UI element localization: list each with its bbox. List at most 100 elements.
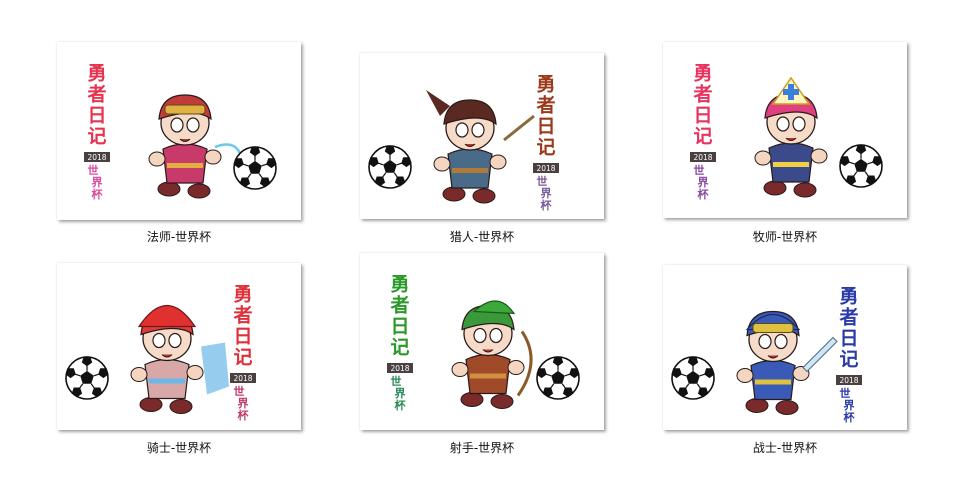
logo-subtitle-char: 世 — [391, 374, 402, 388]
logo-title-char: 日 — [536, 116, 555, 138]
caption-knight[interactable]: 骑士-世界杯 — [57, 439, 301, 456]
left-hand — [433, 156, 451, 172]
soccer-ball — [233, 146, 277, 190]
right-eye — [774, 333, 788, 350]
year-text: 2018 — [233, 374, 252, 383]
left-eye — [152, 332, 166, 349]
logo-title-char: 日 — [693, 105, 712, 127]
year-text: 2018 — [87, 153, 106, 162]
logo-subtitle-char: 杯 — [92, 187, 104, 201]
sword — [802, 336, 838, 373]
soccer-ball — [65, 356, 109, 400]
right-eye — [168, 332, 182, 349]
right-eye — [186, 117, 200, 133]
right-eye — [489, 327, 503, 344]
logo-title-char: 者 — [693, 84, 712, 106]
left-hand — [148, 151, 166, 167]
logo-subtitle-char: 世 — [694, 163, 705, 177]
thumbnail-artwork: 勇者日记2018世界杯 — [368, 74, 559, 212]
logo-title-char: 者 — [87, 84, 106, 106]
left-hand — [451, 362, 469, 377]
logo-title-char: 勇 — [390, 274, 409, 296]
caption-hunter[interactable]: 猎人-世界杯 — [360, 228, 604, 245]
right-boot — [169, 399, 193, 414]
year-text: 2018 — [839, 376, 858, 385]
character-archer — [451, 300, 533, 409]
left-eye — [170, 117, 184, 133]
logo-title-char: 日 — [839, 328, 858, 350]
caption-warrior[interactable]: 战士-世界杯 — [663, 439, 907, 456]
left-eye — [473, 327, 487, 344]
game-logo: 勇者日记2018世界杯 — [533, 74, 559, 212]
caption-priest[interactable]: 牧师-世界杯 — [663, 228, 907, 245]
logo-subtitle-char: 杯 — [844, 410, 856, 424]
character-knight — [130, 304, 229, 414]
left-boot — [139, 397, 163, 412]
logo-subtitle-char: 杯 — [395, 398, 407, 412]
thumbnail-artwork: 勇者日记2018世界杯 — [84, 63, 277, 201]
character-mage — [148, 94, 245, 199]
belt — [167, 163, 203, 168]
character-priest — [754, 76, 828, 198]
soccer-ball — [368, 145, 412, 189]
logo-subtitle-char: 世 — [88, 163, 99, 177]
caption-mage[interactable]: 法师-世界杯 — [57, 228, 301, 245]
logo-subtitle-char: 世 — [234, 384, 245, 398]
thumbnail-priest[interactable]: 勇者日记 2018 世界杯 — [663, 42, 907, 218]
left-boot — [157, 181, 181, 197]
belt — [452, 168, 488, 173]
logo-subtitle-char: 世 — [537, 174, 548, 188]
right-hand — [507, 360, 525, 375]
leaf-hat — [472, 300, 516, 315]
helmet-crest — [137, 304, 197, 328]
left-boot — [763, 180, 787, 196]
goggles — [752, 323, 794, 333]
logo-subtitle-char: 杯 — [541, 198, 553, 212]
logo-title-char: 勇 — [233, 284, 252, 306]
left-hand — [130, 367, 148, 382]
logo-title-char: 记 — [839, 349, 858, 371]
right-eye — [471, 122, 485, 138]
right-hand — [204, 149, 222, 165]
right-hand — [186, 365, 204, 380]
logo-title-char: 记 — [87, 126, 106, 148]
goggles — [164, 104, 206, 115]
game-logo: 勇者日记2018世界杯 — [387, 274, 413, 412]
logo-title-char: 记 — [390, 337, 409, 359]
logo-title-char: 者 — [233, 305, 252, 327]
thumbnail-archer[interactable]: 勇者日记 2018 世界杯 — [360, 253, 604, 430]
belt — [755, 379, 791, 385]
logo-subtitle-char: 杯 — [238, 408, 250, 422]
logo-title-char: 勇 — [839, 286, 858, 308]
left-boot — [745, 398, 769, 413]
logo-title-char: 日 — [233, 326, 252, 348]
thumbnail-artwork: 勇者日记2018世界杯 — [671, 286, 862, 424]
caption-archer[interactable]: 射手-世界杯 — [360, 439, 604, 456]
left-boot — [442, 186, 466, 202]
right-hand — [810, 148, 828, 164]
right-boot — [775, 400, 799, 415]
logo-title-char: 者 — [536, 95, 555, 117]
character-warrior — [736, 310, 838, 415]
right-boot — [472, 188, 496, 204]
logo-title-char: 勇 — [536, 74, 555, 96]
thumbnail-mage[interactable]: 勇者日记 2018 世界杯 — [57, 42, 301, 220]
soccer-ball — [671, 356, 715, 400]
soccer-ball — [839, 144, 883, 188]
logo-title-char: 者 — [390, 295, 409, 317]
logo-title-char: 日 — [87, 105, 106, 127]
thumbnail-hunter[interactable]: 勇者日记 2018 世界杯 — [360, 53, 604, 219]
right-eye — [792, 116, 806, 132]
left-eye — [776, 116, 790, 132]
left-hand — [736, 368, 754, 383]
logo-title-char: 记 — [233, 347, 252, 369]
thumbnail-warrior[interactable]: 勇者日记 2018 世界杯 — [663, 265, 907, 430]
right-boot — [187, 183, 211, 199]
right-hand — [489, 154, 507, 170]
game-logo: 勇者日记2018世界杯 — [230, 284, 256, 422]
logo-subtitle-char: 世 — [840, 386, 851, 400]
thumbnail-knight[interactable]: 勇者日记 2018 世界杯 — [57, 263, 301, 430]
game-logo: 勇者日记2018世界杯 — [690, 63, 716, 201]
character-hunter — [426, 90, 535, 204]
belt — [773, 162, 809, 167]
